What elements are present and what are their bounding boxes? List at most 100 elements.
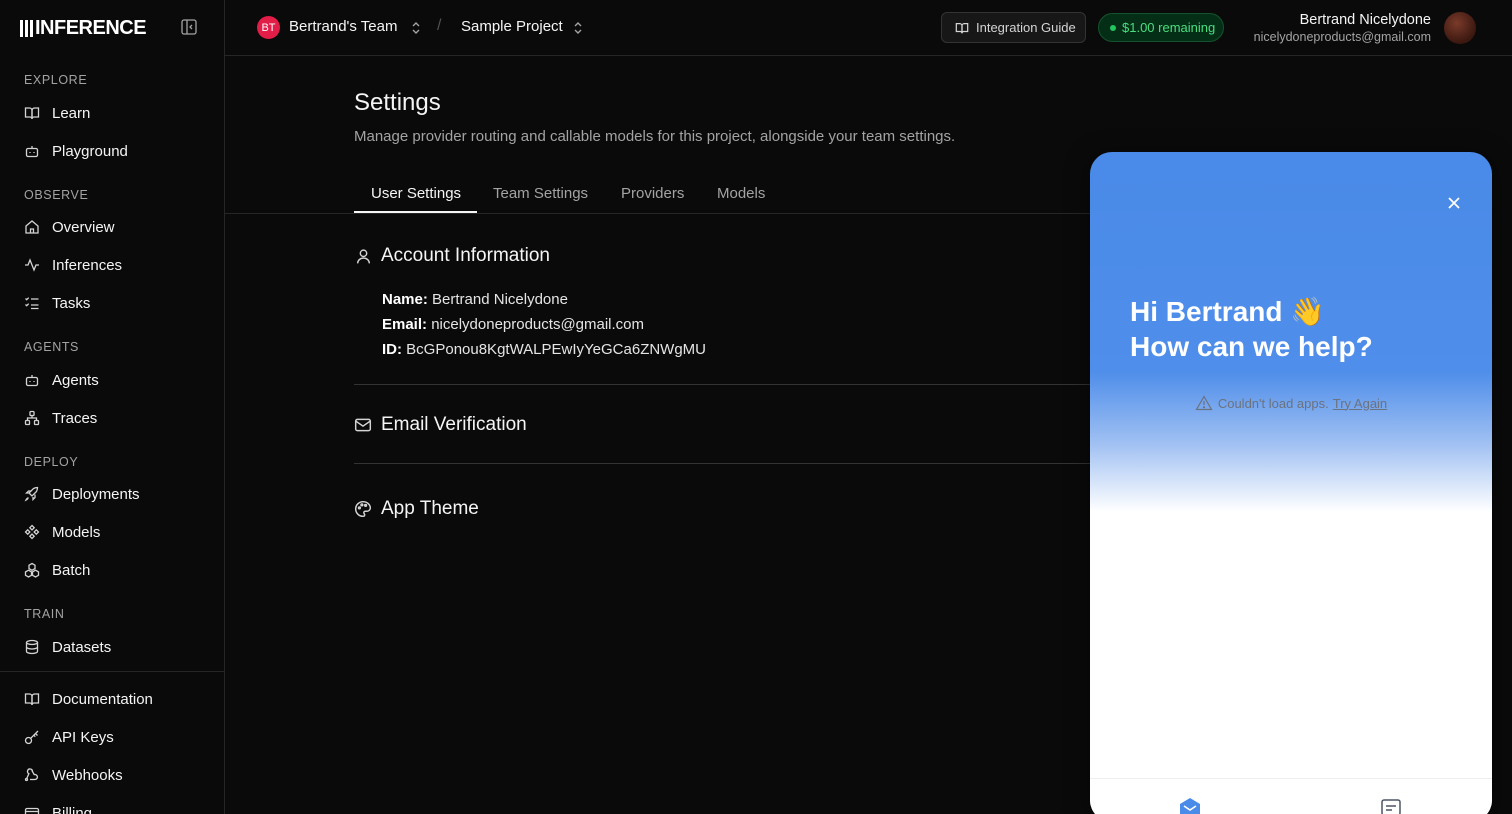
home-icon[interactable] [1179,797,1201,814]
sidebar-item-tasks[interactable]: Tasks [14,286,210,320]
key-icon [24,729,40,745]
section-divider [354,384,1091,385]
user-avatar[interactable] [1444,12,1476,44]
topbar: BT Bertrand's Team / Sample Project Inte… [225,0,1512,56]
account-name-row: Name: Bertrand Nicelydone [382,291,568,308]
active-tab-indicator [354,211,477,213]
team-switcher[interactable]: Bertrand's Team [289,18,397,35]
user-icon [354,247,372,265]
account-email-row: Email: nicelydoneproducts@gmail.com [382,316,644,333]
tabs-divider [225,213,1091,214]
sidebar-item-label: Deployments [52,485,140,503]
mail-icon [354,416,372,434]
breadcrumb-separator: / [437,17,442,34]
book-icon [24,105,40,121]
brand-name: INFERENCE [35,16,147,39]
name-label: Name: [382,291,428,308]
database-icon [24,639,40,655]
section-agents: AGENTS [24,340,79,354]
tab-providers[interactable]: Providers [621,185,684,202]
section-deploy: DEPLOY [24,455,79,469]
sidebar-item-batch[interactable]: Batch [14,553,210,587]
sidebar-item-documentation[interactable]: Documentation [14,682,210,716]
section-train: TRAIN [24,607,65,621]
project-switcher[interactable]: Sample Project [461,18,563,35]
sidebar-divider [0,671,224,672]
sidebar-item-models[interactable]: Models [14,515,210,549]
sidebar-item-label: Agents [52,371,99,389]
app-theme-header[interactable]: App Theme [354,498,479,520]
list-checks-icon [24,295,40,311]
sidebar-item-label: Models [52,523,101,541]
activity-icon [24,257,40,273]
status-dot-icon [1110,24,1116,31]
email-label: Email: [382,316,428,333]
credit-badge: $1.00 remaining [1098,13,1224,42]
sidebar-collapse-icon[interactable] [180,18,198,36]
page-title: Settings [354,89,441,116]
sidebar-item-playground[interactable]: Playground [14,134,210,168]
email-verification-header[interactable]: Email Verification [354,414,527,436]
section-observe: OBSERVE [24,188,89,202]
sidebar-item-label: Tasks [52,294,91,312]
palette-icon [354,500,372,518]
user-name: Bertrand Nicelydone [1299,12,1431,28]
user-email: nicelydoneproducts@gmail.com [1253,30,1431,44]
integration-guide-label: Integration Guide [976,20,1076,35]
id-label: ID: [382,341,402,358]
tab-team-settings[interactable]: Team Settings [493,185,588,202]
sidebar-item-label: Documentation [52,690,153,708]
sidebar-item-inferences[interactable]: Inferences [14,248,210,282]
sidebar-item-label: Overview [52,218,115,236]
brand-logo[interactable]: INFERENCE [20,16,147,40]
chevrons-up-down-icon[interactable] [410,20,422,36]
webhook-icon [24,767,40,783]
sidebar-item-traces[interactable]: Traces [14,401,210,435]
sidebar-item-label: Learn [52,104,91,122]
messages-icon[interactable] [1380,798,1402,814]
greeting-line-2: How can we help? [1130,331,1373,362]
sidebar-item-label: Billing [52,804,93,814]
sidebar-item-overview[interactable]: Overview [14,210,210,244]
warning-icon [1195,395,1213,411]
widget-greeting: Hi Bertrand 👋 How can we help? [1130,294,1373,364]
widget-footer [1090,778,1492,814]
tab-user-settings[interactable]: User Settings [371,185,461,202]
error-text: Couldn't load apps. [1217,395,1329,411]
sidebar-item-learn[interactable]: Learn [14,96,210,130]
app-theme-heading: App Theme [381,498,479,519]
sidebar-item-label: Datasets [52,638,112,656]
sidebar-item-label: API Keys [52,728,114,746]
sidebar-item-agents[interactable]: Agents [14,363,210,397]
chevrons-up-down-icon[interactable] [572,20,584,36]
section-divider [354,463,1091,464]
email-value: nicelydoneproducts@gmail.com [431,316,645,333]
network-icon [24,410,40,426]
sidebar-item-billing[interactable]: Billing [14,796,210,814]
apps-load-error: Couldn't load apps. Try Again [1090,395,1492,411]
team-avatar[interactable]: BT [257,16,280,39]
page-subtitle: Manage provider routing and callable mod… [354,128,956,145]
greeting-line-1: Hi Bertrand 👋 [1130,296,1326,327]
home-icon [24,219,40,235]
integration-guide-button[interactable]: Integration Guide [941,12,1086,43]
account-id-row: ID: BcGPonou8KgtWALPEwIyYeGCa6ZNWgMU [382,341,706,358]
close-icon[interactable] [1444,193,1464,213]
help-widget: Hi Bertrand 👋 How can we help? Couldn't … [1090,152,1492,814]
sidebar-item-label: Batch [52,561,91,579]
sidebar-item-deployments[interactable]: Deployments [14,477,210,511]
section-explore: EXPLORE [24,73,88,87]
book-icon [955,22,969,33]
sidebar-item-datasets[interactable]: Datasets [14,630,210,664]
sidebar-item-webhooks[interactable]: Webhooks [14,758,210,792]
credit-card-icon [24,805,40,814]
sidebar-item-api-keys[interactable]: API Keys [14,720,210,754]
id-value: BcGPonou8KgtWALPEwIyYeGCa6ZNWgMU [406,341,707,358]
account-information-header[interactable]: Account Information [354,245,550,267]
email-verification-heading: Email Verification [381,414,527,435]
sidebar-item-label: Inferences [52,256,123,274]
tab-models[interactable]: Models [717,185,765,202]
try-again-link[interactable]: Try Again [1333,396,1387,411]
bot-icon [24,143,40,159]
credit-remaining: $1.00 remaining [1122,20,1216,35]
